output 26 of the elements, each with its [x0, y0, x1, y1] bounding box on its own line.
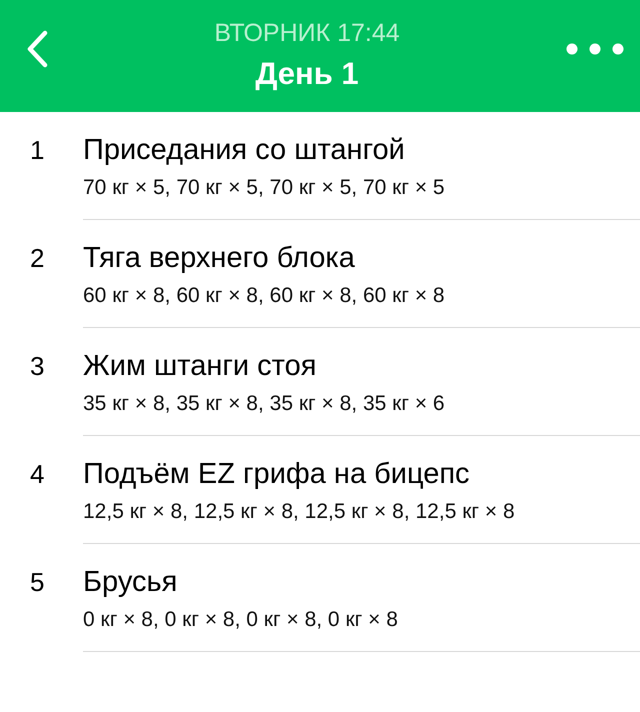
exercise-sets: 70 кг × 5, 70 кг × 5, 70 кг × 5, 70 кг × 5	[83, 175, 446, 201]
exercise-name: Приседания со штангой	[83, 133, 406, 168]
exercise-row[interactable]: 2 Тяга верхнего блока 60 кг × 8, 60 кг × 8, 60 кг × 8, 60 кг × 8	[0, 220, 640, 328]
header-subtitle: ВТОРНИК 17:44	[214, 18, 400, 48]
exercise-row[interactable]: 4 Подъём EZ грифа на бицепс 12,5 кг × 8, 12,5 кг × 8, 12,5 кг × 8, 12,5 кг × 8	[0, 436, 640, 544]
exercise-name: Тяга верхнего блока	[83, 241, 356, 276]
exercise-sets: 12,5 кг × 8, 12,5 кг × 8, 12,5 кг × 8, 12,5 кг × 8	[83, 499, 516, 525]
exercise-row[interactable]: 5 Брусья 0 кг × 8, 0 кг × 8, 0 кг × 8, 0 кг × 8	[0, 544, 640, 652]
exercise-number: 5	[29, 566, 46, 599]
exercise-number: 1	[29, 134, 46, 167]
exercise-row[interactable]: 1 Приседания со штангой 70 кг × 5, 70 кг × 5, 70 кг × 5, 70 кг × 5	[0, 112, 640, 220]
exercise-number: 2	[29, 242, 46, 275]
exercise-name: Брусья	[83, 565, 178, 600]
back-button[interactable]	[26, 30, 48, 68]
back-icon	[26, 30, 48, 68]
screen-title: День 1	[255, 55, 359, 93]
exercise-name: Подъём EZ грифа на бицепс	[83, 457, 471, 492]
exercise-row[interactable]: 3 Жим штанги стоя 35 кг × 8, 35 кг × 8, 35 кг × 8, 35 кг × 6	[0, 328, 640, 436]
exercise-number: 3	[29, 350, 46, 383]
exercise-sets: 35 кг × 8, 35 кг × 8, 35 кг × 8, 35 кг × 6	[83, 391, 446, 417]
exercise-name: Жим штанги стоя	[83, 349, 318, 384]
exercise-number: 4	[29, 458, 46, 491]
exercise-sets: 0 кг × 8, 0 кг × 8, 0 кг × 8, 0 кг × 8	[83, 607, 399, 633]
exercise-sets: 60 кг × 8, 60 кг × 8, 60 кг × 8, 60 кг × 8	[83, 283, 446, 309]
more-button[interactable]	[566, 43, 624, 55]
more-icon	[566, 43, 624, 55]
